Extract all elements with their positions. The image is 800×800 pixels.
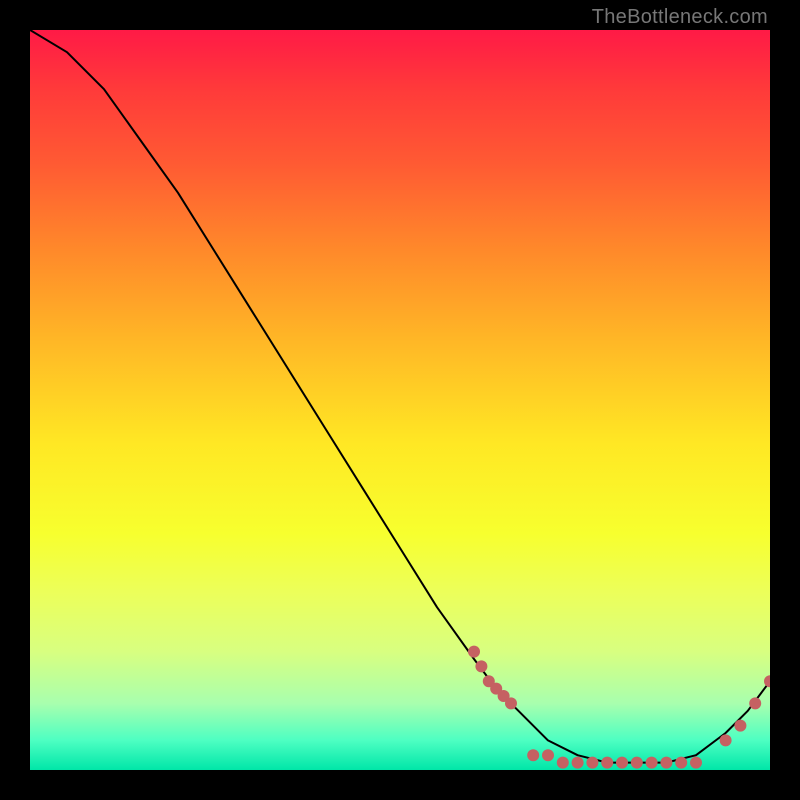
data-point <box>749 697 761 709</box>
data-point <box>505 697 517 709</box>
dots-group <box>468 646 770 769</box>
data-point <box>631 757 643 769</box>
data-point <box>646 757 658 769</box>
data-point <box>616 757 628 769</box>
chart-frame: TheBottleneck.com <box>0 0 800 800</box>
data-point <box>720 734 732 746</box>
data-point <box>690 757 702 769</box>
data-point <box>734 720 746 732</box>
data-point <box>586 757 598 769</box>
data-point <box>468 646 480 658</box>
data-point <box>675 757 687 769</box>
data-point <box>557 757 569 769</box>
data-point <box>660 757 672 769</box>
data-point <box>764 675 770 687</box>
data-point <box>475 660 487 672</box>
curve-path <box>30 30 770 763</box>
plot-area <box>30 30 770 770</box>
data-point <box>527 749 539 761</box>
data-point <box>542 749 554 761</box>
data-point <box>601 757 613 769</box>
chart-svg <box>30 30 770 770</box>
data-point <box>572 757 584 769</box>
watermark-label: TheBottleneck.com <box>592 6 768 29</box>
